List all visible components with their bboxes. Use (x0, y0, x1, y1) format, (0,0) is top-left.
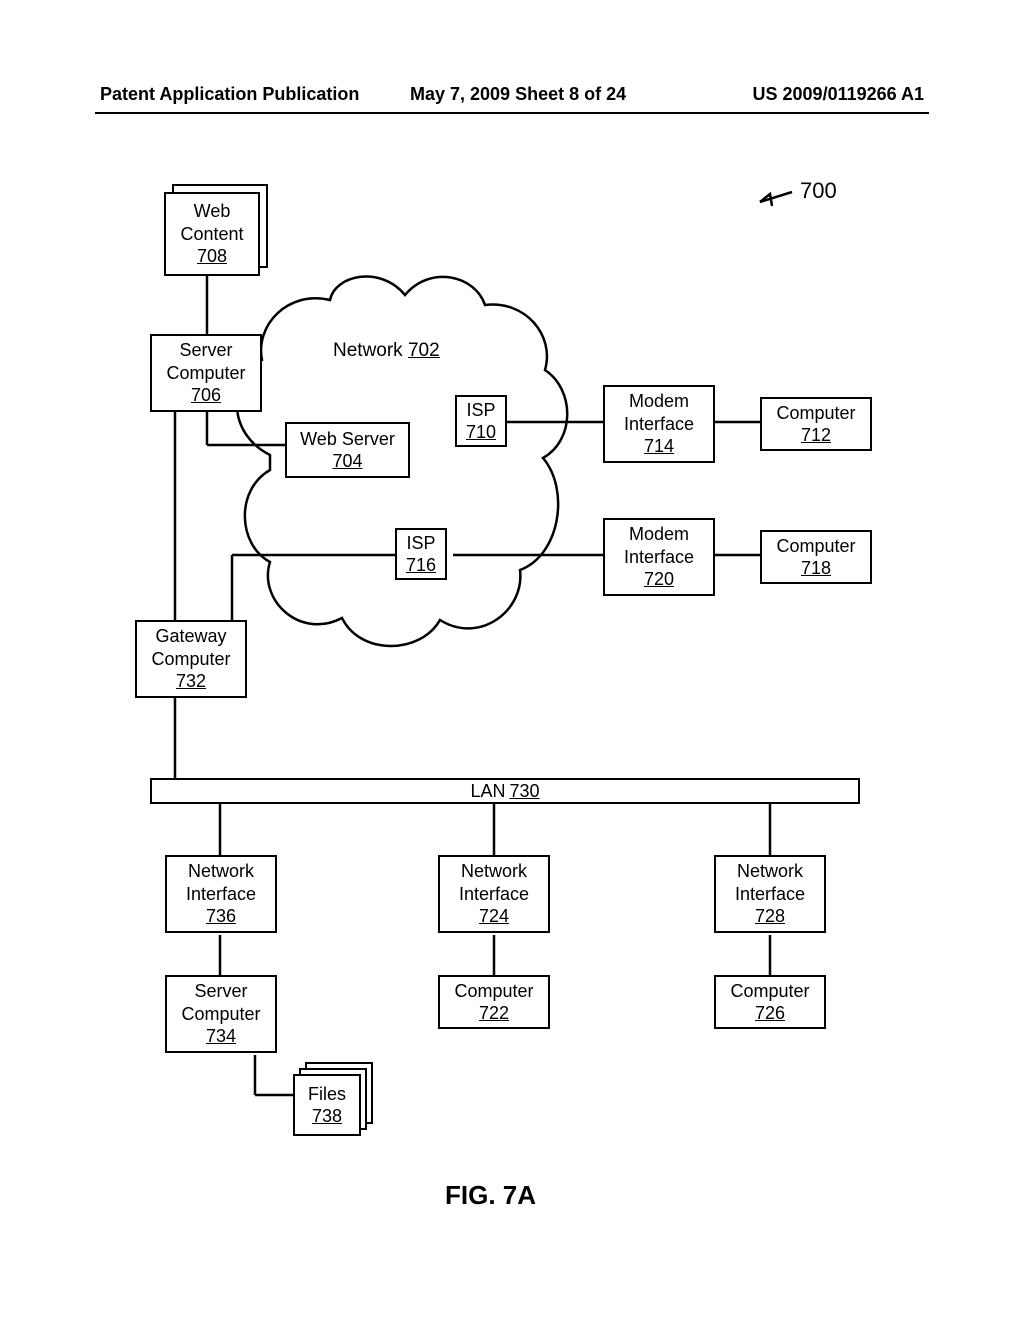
figure-ref-marker: 700 (800, 178, 837, 204)
ref: 734 (206, 1025, 236, 1048)
label: Files (308, 1083, 346, 1106)
ref: 724 (479, 905, 509, 928)
page: Patent Application Publication May 7, 20… (0, 0, 1024, 1320)
figure-caption: FIG. 7A (445, 1180, 536, 1211)
node-gateway-732: Gateway Computer 732 (135, 620, 247, 698)
node-computer-712: Computer 712 (760, 397, 872, 451)
node-isp-710: ISP 710 (455, 395, 507, 447)
ref: 704 (332, 450, 362, 473)
node-ni-728: Network Interface 728 (714, 855, 826, 933)
cloud-text: Network (333, 340, 403, 361)
node-computer-726: Computer 726 (714, 975, 826, 1029)
label: Modem Interface (609, 523, 709, 568)
node-computer-718: Computer 718 (760, 530, 872, 584)
label: Network Interface (720, 860, 820, 905)
node-lan-bar: LAN 730 (150, 778, 860, 804)
label: Computer (776, 535, 855, 558)
ref: 714 (644, 435, 674, 458)
label: Computer (454, 980, 533, 1003)
ref: 708 (197, 245, 227, 268)
ref: 738 (312, 1105, 342, 1128)
node-web-server: Web Server 704 (285, 422, 410, 478)
node-modem-720: Modem Interface 720 (603, 518, 715, 596)
label: Computer (776, 402, 855, 425)
ref: 736 (206, 905, 236, 928)
network-cloud-label: Network 702 (333, 340, 440, 362)
label: Server Computer (171, 980, 271, 1025)
label: Web Server (300, 428, 395, 451)
node-computer-722: Computer 722 (438, 975, 550, 1029)
label: LAN (470, 781, 505, 802)
label: ISP (466, 399, 495, 422)
label: Network Interface (444, 860, 544, 905)
label: Modem Interface (609, 390, 709, 435)
node-files-738: Files 738 (293, 1074, 361, 1136)
node-server-734: Server Computer 734 (165, 975, 277, 1053)
node-server-706: Server Computer 706 (150, 334, 262, 412)
label: Computer (730, 980, 809, 1003)
ref: 728 (755, 905, 785, 928)
label: Web Content (170, 200, 254, 245)
cloud-ref: 702 (408, 340, 440, 361)
ref: 722 (479, 1002, 509, 1025)
ref: 726 (755, 1002, 785, 1025)
ref: 710 (466, 421, 496, 444)
ref: 712 (801, 424, 831, 447)
ref: 730 (509, 781, 539, 802)
ref: 732 (176, 670, 206, 693)
diagram-canvas: 700 Network 702 Web Content 708 Server C… (0, 0, 1024, 1320)
label: Network Interface (171, 860, 271, 905)
node-modem-714: Modem Interface 714 (603, 385, 715, 463)
node-ni-736: Network Interface 736 (165, 855, 277, 933)
label: Gateway Computer (141, 625, 241, 670)
label: Server Computer (156, 339, 256, 384)
ref: 718 (801, 557, 831, 580)
ref: 720 (644, 568, 674, 591)
node-ni-724: Network Interface 724 (438, 855, 550, 933)
ref: 706 (191, 384, 221, 407)
ref: 716 (406, 554, 436, 577)
node-isp-716: ISP 716 (395, 528, 447, 580)
label: ISP (406, 532, 435, 555)
node-web-content: Web Content 708 (164, 192, 260, 276)
